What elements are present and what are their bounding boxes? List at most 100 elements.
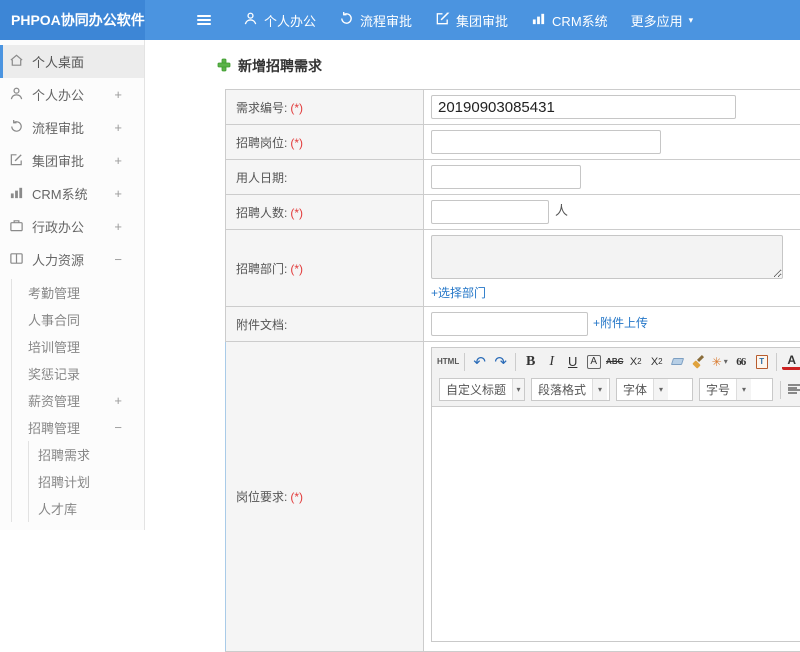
nav-item-group-approval[interactable]: 集团审批 xyxy=(435,11,508,30)
format-painter-button[interactable] xyxy=(689,351,708,372)
sidebar-item-recruit-demand[interactable]: 招聘需求 xyxy=(29,441,144,468)
nav-item-workflow-approval[interactable]: 流程审批 xyxy=(339,11,412,30)
home-icon xyxy=(9,53,24,71)
sidebar-item-personal-desktop[interactable]: 个人桌面 xyxy=(0,45,144,78)
blockquote-button[interactable]: 66 xyxy=(731,351,750,372)
sidebar-item-personal-office[interactable]: 个人办公 + xyxy=(0,78,144,111)
nav-item-crm[interactable]: CRM系统 xyxy=(531,11,608,30)
paragraph-format-select[interactable]: 段落格式 ▾ xyxy=(531,378,610,401)
editor-content-area[interactable] xyxy=(432,406,800,641)
field-label: 岗位要求: xyxy=(236,490,287,504)
required-mark: (*) xyxy=(290,490,303,504)
page-title: 新增招聘需求 xyxy=(145,40,800,89)
sidebar-item-label: 人力资源 xyxy=(32,250,114,269)
sidebar-item-label: 流程审批 xyxy=(32,118,114,137)
required-mark: (*) xyxy=(290,262,303,276)
field-label: 招聘人数: xyxy=(236,206,287,220)
clear-format-button[interactable]: ✳▾ xyxy=(710,351,729,372)
briefcase-icon xyxy=(9,218,24,236)
nav-label: 个人办公 xyxy=(264,11,316,30)
sidebar-item-label: 人才库 xyxy=(38,499,122,518)
subscript-button[interactable]: X2 xyxy=(647,351,666,372)
font-size-select[interactable]: 字号 ▾ xyxy=(699,378,773,401)
recruit-count-input[interactable] xyxy=(431,200,549,224)
sidebar-item-human-resources[interactable]: 人力资源 − xyxy=(0,243,144,276)
font-color-button[interactable]: A xyxy=(782,354,800,370)
caret-down-icon: ▾ xyxy=(653,379,668,400)
sidebar-item-hr-contract[interactable]: 人事合同 xyxy=(12,306,144,333)
sidebar-item-workflow-approval[interactable]: 流程审批 + xyxy=(0,111,144,144)
sidebar-item-talent-pool[interactable]: 人才库 xyxy=(29,495,144,522)
user-icon xyxy=(243,11,264,29)
nav-item-more-apps[interactable]: 更多应用 ▾ xyxy=(631,11,694,30)
superscript-button[interactable]: X2 xyxy=(626,351,645,372)
strikethrough-button[interactable]: ABC xyxy=(605,351,624,372)
caret-down-icon: ▾ xyxy=(736,379,751,400)
collapse-minus-icon[interactable]: − xyxy=(114,252,122,267)
nav-label: CRM系统 xyxy=(552,11,608,30)
html-source-button[interactable]: HTML xyxy=(437,351,459,372)
nav-item-personal-office[interactable]: 个人办公 xyxy=(243,11,316,30)
expand-plus-icon[interactable]: + xyxy=(114,219,122,234)
eraser-icon xyxy=(671,358,684,365)
page-title-text: 新增招聘需求 xyxy=(238,56,322,76)
sidebar-item-rewards[interactable]: 奖惩记录 xyxy=(12,360,144,387)
sidebar-item-label: 培训管理 xyxy=(28,337,122,356)
font-family-select[interactable]: 字体 ▾ xyxy=(616,378,693,401)
clipboard-icon: T xyxy=(756,355,768,369)
align-left-icon[interactable] xyxy=(788,383,800,396)
underline-button[interactable]: U xyxy=(563,351,582,372)
custom-title-select[interactable]: 自定义标题 ▾ xyxy=(439,378,525,401)
demand-code-input[interactable] xyxy=(431,95,736,119)
sidebar-item-label: 考勤管理 xyxy=(28,283,122,302)
font-style-button[interactable]: A xyxy=(587,355,601,369)
sidebar-item-salary[interactable]: 薪资管理 + xyxy=(12,387,144,414)
workflow-icon xyxy=(9,119,24,137)
format-eraser-button[interactable] xyxy=(668,351,687,372)
expand-plus-icon[interactable]: + xyxy=(114,87,122,102)
field-label: 附件文档: xyxy=(236,318,287,332)
attachment-input[interactable] xyxy=(431,312,588,336)
field-label-cell: 用人日期: xyxy=(226,160,424,195)
sidebar-item-label: 个人桌面 xyxy=(32,52,122,71)
field-label-cell: 附件文档: xyxy=(226,307,424,342)
form-row-position: 招聘岗位:(*) xyxy=(226,125,800,160)
recruit-department-textarea[interactable] xyxy=(431,235,783,279)
sidebar: 个人桌面 个人办公 + 流程审批 + 集团审批 + CRM系统 + 行政办公 +… xyxy=(0,40,145,530)
field-label-cell: 岗位要求:(*) xyxy=(226,342,424,652)
recruit-demand-form: 需求编号:(*) 招聘岗位:(*) 用人日期: 招聘人数:(*) xyxy=(225,89,800,652)
expand-plus-icon[interactable]: + xyxy=(114,186,122,201)
collapse-minus-icon[interactable]: − xyxy=(114,420,122,435)
nav-label: 流程审批 xyxy=(360,11,412,30)
sidebar-item-group-approval[interactable]: 集团审批 + xyxy=(0,144,144,177)
form-row-attachment: 附件文档: +附件上传 xyxy=(226,307,800,342)
expand-plus-icon[interactable]: + xyxy=(114,153,122,168)
undo-icon[interactable]: ↶ xyxy=(470,351,489,372)
bold-button[interactable]: B xyxy=(521,351,540,372)
expand-plus-icon[interactable]: + xyxy=(114,120,122,135)
sidebar-item-recruit-plan[interactable]: 招聘计划 xyxy=(29,468,144,495)
caret-down-icon: ▾ xyxy=(512,379,524,400)
required-mark: (*) xyxy=(290,136,303,150)
sidebar-item-admin-office[interactable]: 行政办公 + xyxy=(0,210,144,243)
field-label: 需求编号: xyxy=(236,101,287,115)
brush-icon xyxy=(692,355,705,369)
attachment-upload-link[interactable]: +附件上传 xyxy=(593,316,648,330)
editor-toolbar-row1: HTML ↶ ↷ B I U A ABC X2 X2 ✳ xyxy=(432,348,800,375)
sidebar-item-recruit-mgmt[interactable]: 招聘管理 − xyxy=(12,414,144,441)
edit-icon xyxy=(9,152,24,170)
field-label: 招聘部门: xyxy=(236,262,287,276)
hire-date-input[interactable] xyxy=(431,165,581,189)
recruit-position-input[interactable] xyxy=(431,130,661,154)
select-department-link[interactable]: +选择部门 xyxy=(431,284,486,301)
menu-toggle-icon[interactable] xyxy=(195,14,213,27)
expand-plus-icon[interactable]: + xyxy=(114,393,122,408)
sidebar-item-crm[interactable]: CRM系统 + xyxy=(0,177,144,210)
italic-button[interactable]: I xyxy=(542,351,561,372)
sidebar-item-training[interactable]: 培训管理 xyxy=(12,333,144,360)
caret-down-icon: ▾ xyxy=(689,15,694,26)
sidebar-item-attendance[interactable]: 考勤管理 xyxy=(12,279,144,306)
redo-icon[interactable]: ↷ xyxy=(491,351,510,372)
form-row-code: 需求编号:(*) xyxy=(226,90,800,125)
paste-button[interactable]: T xyxy=(752,351,771,372)
